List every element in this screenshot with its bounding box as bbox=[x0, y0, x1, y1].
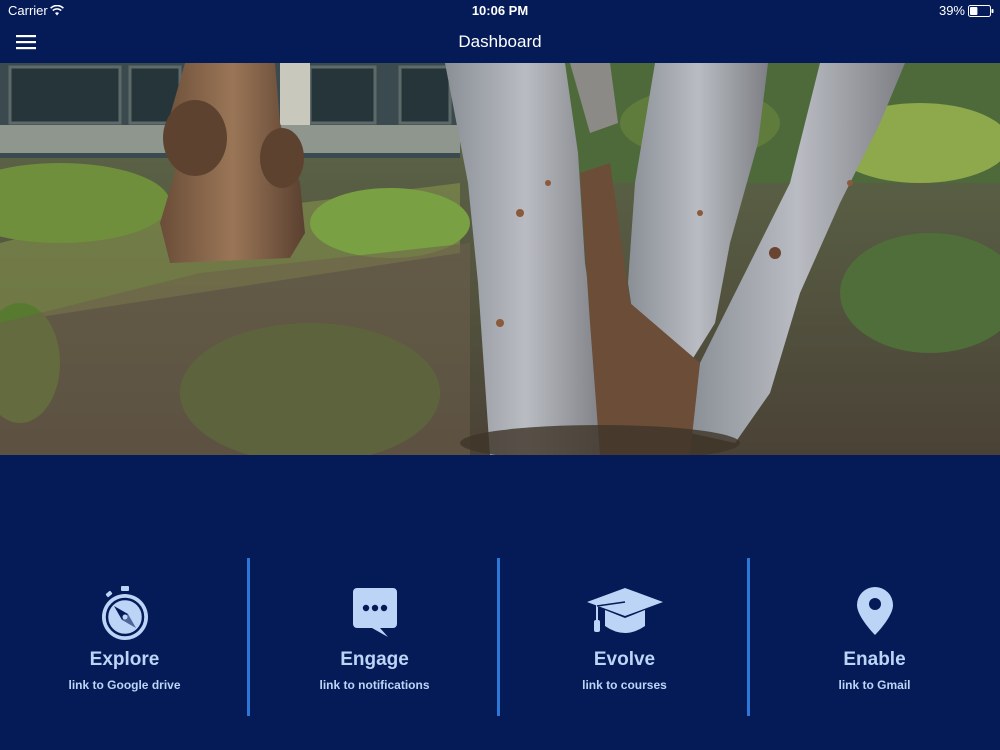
tile-subtitle: link to Google drive bbox=[68, 678, 181, 692]
hamburger-menu-icon[interactable] bbox=[14, 32, 38, 52]
tile-subtitle: link to Gmail bbox=[838, 678, 911, 692]
navigation-bar: Dashboard bbox=[0, 22, 1000, 62]
tile-evolve[interactable]: Evolve link to courses bbox=[500, 558, 749, 716]
page-title: Dashboard bbox=[458, 32, 542, 51]
compass-icon bbox=[0, 586, 249, 642]
dashboard-tiles: Explore link to Google drive Engage link… bbox=[0, 558, 1000, 716]
tile-title: Evolve bbox=[593, 649, 656, 670]
hero-image bbox=[0, 63, 1000, 455]
carrier-label: Carrier bbox=[8, 3, 48, 18]
tile-explore[interactable]: Explore link to Google drive bbox=[0, 558, 249, 716]
tile-title: Engage bbox=[340, 649, 409, 670]
wifi-icon bbox=[50, 4, 64, 19]
battery-icon bbox=[968, 5, 994, 20]
battery-percent: 39% bbox=[938, 3, 965, 18]
map-pin-icon bbox=[750, 586, 999, 642]
tile-enable[interactable]: Enable link to Gmail bbox=[750, 558, 999, 716]
status-bar: Carrier 10:06 PM 39% bbox=[0, 0, 1000, 22]
tile-title: Enable bbox=[843, 649, 906, 670]
tile-engage[interactable]: Engage link to notifications bbox=[250, 558, 499, 716]
tile-subtitle: link to notifications bbox=[319, 678, 430, 692]
tile-title: Explore bbox=[89, 649, 160, 670]
status-time: 10:06 PM bbox=[471, 3, 529, 18]
tile-subtitle: link to courses bbox=[582, 678, 667, 692]
chat-bubble-icon bbox=[250, 586, 499, 642]
graduation-cap-icon bbox=[500, 586, 749, 642]
